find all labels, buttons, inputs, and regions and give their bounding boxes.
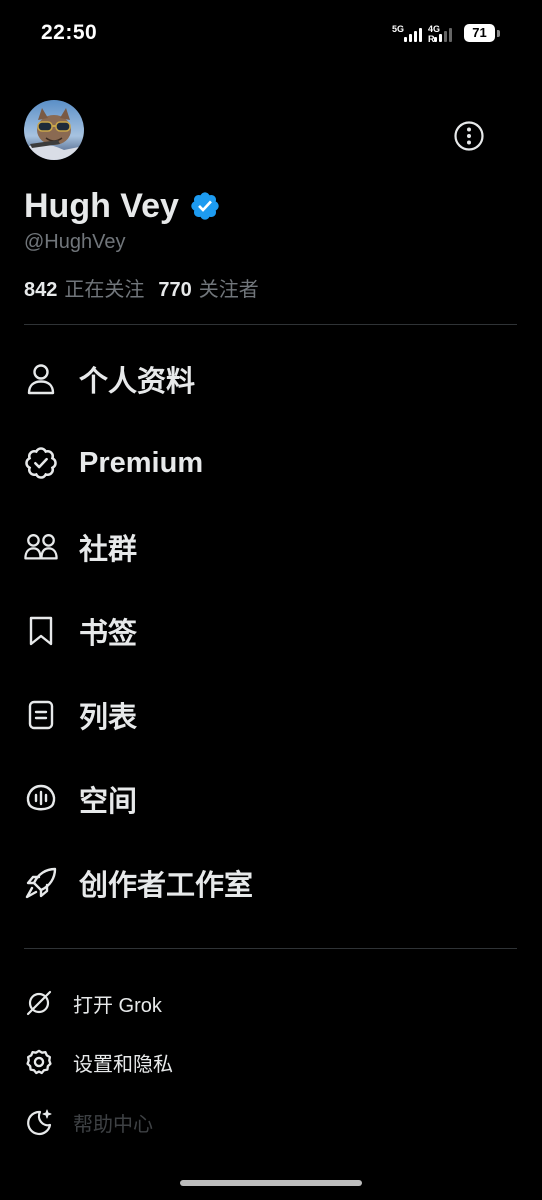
bookmark-icon: [24, 614, 58, 648]
following-count: 842: [24, 279, 58, 301]
more-vertical-icon: [454, 121, 484, 151]
menu-item-label: 个人资料: [79, 366, 196, 398]
menu-item-grok[interactable]: 打开 Grok: [24, 981, 517, 1025]
spaces-mic-icon: [24, 782, 58, 816]
display-name-row[interactable]: Hugh Vey: [24, 184, 221, 228]
divider: [24, 948, 517, 949]
avatar[interactable]: [24, 100, 84, 160]
grok-icon: [24, 988, 54, 1018]
follow-stats: 842 正在关注 770 关注者: [24, 273, 273, 302]
following-link[interactable]: 842 正在关注: [24, 273, 144, 302]
status-bar: 22:50 5G 4G R 71: [0, 0, 542, 70]
menu-item-help-center[interactable]: 帮助中心: [24, 1100, 517, 1144]
menu-item-profile[interactable]: 个人资料: [24, 349, 517, 409]
sim1-label: 5G: [392, 24, 405, 34]
followers-link[interactable]: 770 关注者: [158, 273, 258, 302]
menu-item-spaces[interactable]: 空间: [24, 769, 517, 829]
menu-item-bookmarks[interactable]: 书签: [24, 601, 517, 661]
followers-label: 关注者: [198, 279, 259, 301]
menu-item-lists[interactable]: 列表: [24, 685, 517, 745]
home-indicator[interactable]: [180, 1180, 362, 1186]
rocket-icon: [24, 866, 58, 900]
menu-item-premium[interactable]: Premium: [24, 433, 517, 493]
verified-badge-icon: [191, 192, 219, 220]
user-handle: @HughVey: [24, 231, 126, 253]
menu-item-label: 设置和隐私: [73, 1053, 173, 1076]
following-label: 正在关注: [64, 279, 145, 301]
verified-badge-outline-icon: [24, 446, 58, 480]
more-options-button[interactable]: [453, 120, 485, 152]
battery-tip: [497, 30, 500, 37]
battery-icon: 71: [464, 24, 495, 42]
people-icon: [24, 530, 58, 564]
status-time: 22:50: [41, 21, 98, 44]
menu-item-label: 打开 Grok: [73, 994, 162, 1017]
menu-item-label: Premium: [79, 446, 204, 479]
menu-item-communities[interactable]: 社群: [24, 517, 517, 577]
menu-item-label: 社群: [79, 534, 138, 566]
menu-item-settings-privacy[interactable]: 设置和隐私: [24, 1040, 517, 1084]
menu-item-creator-studio[interactable]: 创作者工作室: [24, 853, 517, 913]
divider: [24, 324, 517, 325]
person-icon: [24, 362, 58, 396]
followers-count: 770: [158, 279, 192, 301]
display-name: Hugh Vey: [24, 186, 179, 225]
menu-item-label: 书签: [79, 618, 138, 650]
gear-icon: [24, 1047, 54, 1077]
list-icon: [24, 698, 58, 732]
menu-item-label: 列表: [79, 702, 138, 734]
moon-sparkle-icon: [24, 1107, 54, 1137]
menu-item-label: 创作者工作室: [79, 870, 254, 902]
menu-item-label: 空间: [79, 786, 138, 818]
menu-item-label: 帮助中心: [73, 1113, 153, 1136]
